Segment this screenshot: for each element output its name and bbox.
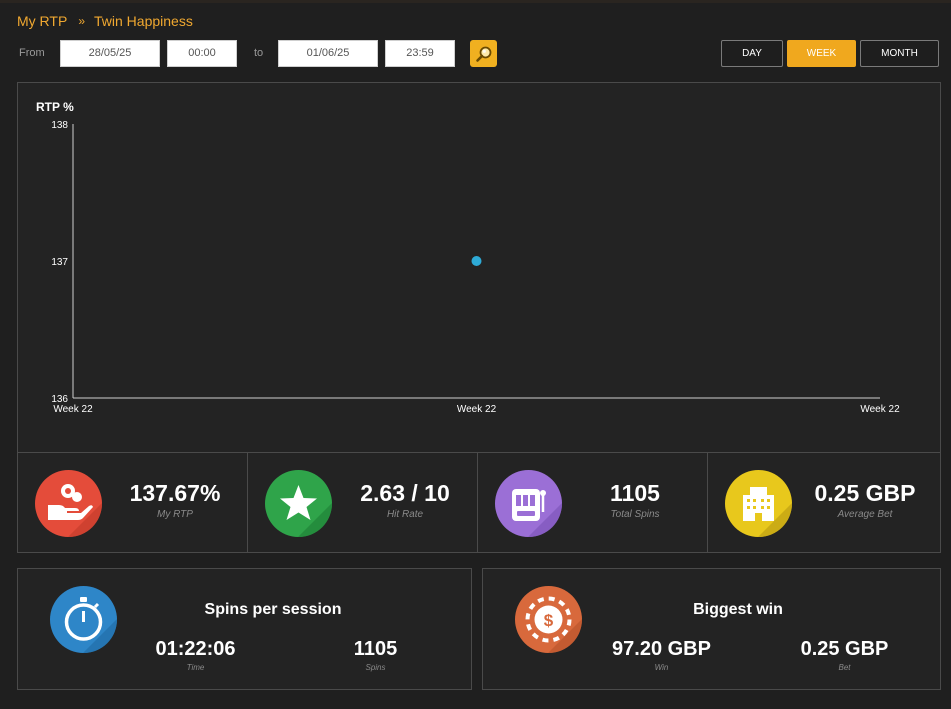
to-label: to: [254, 47, 264, 59]
x-tick-label: Week 22: [53, 404, 93, 415]
biggest-win-value: 97.20 GBP: [612, 638, 711, 660]
casino-chip-icon: $: [515, 586, 582, 653]
spins-per-session-panel: Spins per session 01:22:06 Time 1105 Spi…: [17, 568, 472, 690]
top-strip: [0, 0, 951, 3]
y-tick-label: 138: [51, 120, 68, 131]
stat-average-bet: 0.25 GBP Average Bet: [708, 453, 940, 553]
biggest-win-bet-label: Bet: [838, 663, 851, 672]
from-date-input[interactable]: 28/05/25: [60, 40, 160, 67]
y-tick-label: 137: [51, 257, 68, 268]
stats-row: 137.67% My RTP 2.63 / 10 Hit Rate 1105 T…: [17, 452, 941, 553]
breadcrumb-current: Twin Happiness: [94, 13, 193, 29]
rtp-data-point[interactable]: [471, 256, 482, 266]
x-tick-label: Week 22: [457, 404, 497, 415]
session-spins-label: Spins: [365, 663, 386, 672]
to-time-input[interactable]: 23:59: [385, 40, 455, 67]
total-spins-value: 1105: [610, 480, 660, 506]
casino-building-icon: [725, 470, 792, 537]
from-label: From: [19, 47, 45, 59]
period-day-button[interactable]: DAY: [721, 40, 783, 67]
search-button[interactable]: [470, 40, 497, 67]
svg-text:$: $: [544, 611, 554, 630]
x-tick-label: Week 22: [860, 404, 900, 415]
from-time-input[interactable]: 00:00: [167, 40, 237, 67]
my-rtp-label: My RTP: [157, 509, 193, 520]
spins-per-session-title: Spins per session: [204, 601, 342, 618]
breadcrumb-root-link[interactable]: My RTP: [17, 13, 67, 29]
stat-my-rtp: 137.67% My RTP: [18, 453, 248, 553]
stopwatch-icon: [50, 586, 117, 653]
period-week-button[interactable]: WEEK: [787, 40, 856, 67]
rtp-chart-panel: RTP % 138 137 136 Week 22 Week 22 Week 22: [17, 82, 941, 453]
breadcrumb: My RTP » Twin Happiness: [17, 13, 193, 29]
stat-hit-rate: 2.63 / 10 Hit Rate: [248, 453, 478, 553]
session-spins-value: 1105: [353, 638, 398, 660]
hit-rate-label: Hit Rate: [386, 509, 424, 520]
hit-rate-value: 2.63 / 10: [360, 480, 450, 506]
to-date-input[interactable]: 01/06/25: [278, 40, 378, 67]
breadcrumb-separator: »: [78, 14, 85, 28]
biggest-win-panel: $ Biggest win 97.20 GBP Win 0.25 GBP Bet: [482, 568, 941, 690]
average-bet-label: Average Bet: [837, 509, 893, 520]
my-rtp-value: 137.67%: [129, 480, 221, 506]
hand-coin-icon: [35, 470, 102, 537]
biggest-win-title: Biggest win: [693, 601, 783, 618]
period-month-button[interactable]: MONTH: [860, 40, 939, 67]
session-time-label: Time: [186, 663, 205, 672]
session-time-value: 01:22:06: [155, 638, 236, 660]
rtp-chart: RTP % 138137136 Week 22 Week 22 Week 22: [36, 100, 900, 415]
biggest-win-bet-value: 0.25 GBP: [800, 638, 889, 660]
search-icon: [475, 46, 491, 62]
y-axis-label: RTP %: [36, 100, 74, 114]
star-icon: [265, 470, 332, 537]
total-spins-label: Total Spins: [610, 509, 660, 520]
stat-total-spins: 1105 Total Spins: [478, 453, 708, 553]
slot-machine-icon: [495, 470, 562, 537]
biggest-win-label: Win: [654, 663, 669, 672]
average-bet-value: 0.25 GBP: [814, 480, 916, 506]
